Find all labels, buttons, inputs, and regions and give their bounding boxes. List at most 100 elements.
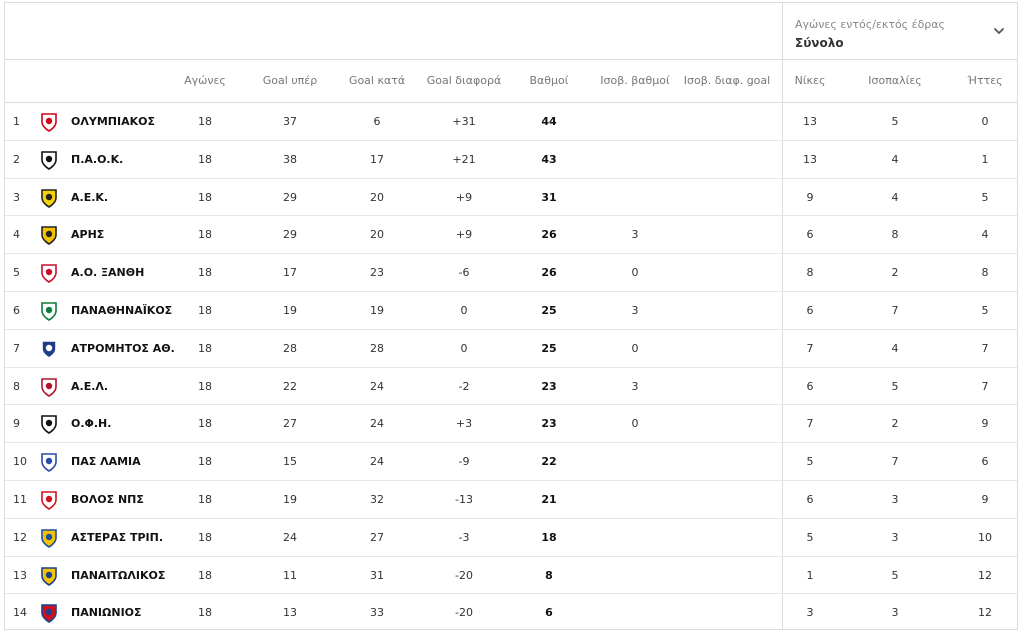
cell-losses: 12 xyxy=(978,568,992,582)
cell-position: 7 xyxy=(13,341,20,355)
col-header-draws[interactable]: Ισοπαλίες xyxy=(853,60,937,102)
cell-position: 10 xyxy=(13,455,27,469)
cell-team-name[interactable]: Α.Ε.Λ. xyxy=(71,368,181,405)
cell-goal-diff: +9 xyxy=(455,190,473,204)
table-row[interactable]: 12 ΑΣΤΕΡΑΣ ΤΡΙΠ. 18 24 27 -3 18 5 3 10 xyxy=(5,519,1017,557)
table-row[interactable]: 11 ΒΟΛΟΣ ΝΠΣ 18 19 32 -13 21 6 3 9 xyxy=(5,481,1017,519)
cell-team-name[interactable]: ΑΣΤΕΡΑΣ ΤΡΙΠ. xyxy=(71,519,181,556)
table-row[interactable]: 7 ΑΤΡΟΜΗΤΟΣ ΑΘ. 18 28 28 0 25 0 7 4 7 xyxy=(5,330,1017,368)
table-row[interactable]: 5 Α.Ο. ΞΑΝΘΗ 18 17 23 -6 26 0 8 2 8 xyxy=(5,254,1017,292)
cell-team-name[interactable]: Α.Ε.Κ. xyxy=(71,179,181,216)
team-crest-icon xyxy=(39,414,59,435)
table-row[interactable]: 3 Α.Ε.Κ. 18 29 20 +9 31 9 4 5 xyxy=(5,179,1017,217)
cell-tie-points: 3 xyxy=(631,228,639,242)
cell-team-name[interactable]: ΟΛΥΜΠΙΑΚΟΣ xyxy=(71,103,181,140)
table-row[interactable]: 10 ΠΑΣ ΛΑΜΙΑ 18 15 24 -9 22 5 7 6 xyxy=(5,443,1017,481)
cell-draws: 4 xyxy=(891,190,899,204)
cell-losses: 7 xyxy=(981,341,989,355)
team-crest-icon xyxy=(39,603,59,624)
cell-wins: 5 xyxy=(806,455,814,469)
cell-draws: 2 xyxy=(891,417,899,431)
cell-position: 8 xyxy=(13,379,20,393)
team-crest-icon xyxy=(39,225,59,246)
table-row[interactable]: 1 ΟΛΥΜΠΙΑΚΟΣ 18 37 6 +31 44 13 5 0 xyxy=(5,103,1017,141)
table-row[interactable]: 9 Ο.Φ.Η. 18 27 24 +3 23 0 7 2 9 xyxy=(5,405,1017,444)
cell-team-name[interactable]: Ο.Φ.Η. xyxy=(71,405,181,442)
cell-points: 23 xyxy=(541,379,557,393)
cell-position: 13 xyxy=(13,568,27,582)
cell-draws: 5 xyxy=(891,379,899,393)
table-row[interactable]: 6 ΠΑΝΑΘΗΝΑΪΚΟΣ 18 19 19 0 25 3 6 7 5 xyxy=(5,292,1017,330)
table-row[interactable]: 2 Π.Α.Ο.Κ. 18 38 17 +21 43 13 4 1 xyxy=(5,141,1017,179)
cell-points: 26 xyxy=(541,266,557,280)
cell-played: 18 xyxy=(198,228,212,242)
cell-team-name[interactable]: Α.Ο. ΞΑΝΘΗ xyxy=(71,254,181,291)
cell-draws: 8 xyxy=(891,228,899,242)
cell-goal-diff: -20 xyxy=(455,568,473,582)
cell-played: 18 xyxy=(198,190,212,204)
cell-losses: 8 xyxy=(981,266,989,280)
cell-losses: 7 xyxy=(981,379,989,393)
cell-points: 44 xyxy=(541,115,557,128)
cell-points: 6 xyxy=(545,606,553,620)
cell-tie-points xyxy=(593,481,677,518)
col-header-points[interactable]: Βαθμοί xyxy=(517,60,581,102)
col-header-played[interactable]: Αγώνες xyxy=(175,60,235,102)
cell-goal-diff: -20 xyxy=(455,606,473,620)
col-header-goal-diff[interactable]: Goal διαφορά xyxy=(419,60,509,102)
table-row[interactable]: 8 Α.Ε.Λ. 18 22 24 -2 23 3 6 5 7 xyxy=(5,368,1017,406)
col-header-losses[interactable]: Ήττες xyxy=(955,60,1015,102)
team-crest-icon xyxy=(39,301,59,321)
cell-played: 18 xyxy=(198,303,212,317)
cell-losses: 4 xyxy=(981,228,989,242)
cell-played: 18 xyxy=(198,606,212,620)
cell-losses: 1 xyxy=(981,152,989,166)
cell-team-name[interactable]: ΠΑΣ ΛΑΜΙΑ xyxy=(71,443,181,480)
team-crest-icon xyxy=(39,150,59,170)
cell-position: 11 xyxy=(13,492,27,506)
cell-wins: 13 xyxy=(803,115,817,128)
cell-points: 18 xyxy=(541,530,557,544)
cell-goals-for: 19 xyxy=(283,492,297,506)
cell-goals-for: 22 xyxy=(283,379,297,393)
cell-team-name[interactable]: Π.Α.Ο.Κ. xyxy=(71,141,181,178)
col-header-wins[interactable]: Νίκες xyxy=(777,60,843,102)
cell-goals-for: 24 xyxy=(283,530,297,544)
cell-losses: 10 xyxy=(978,530,992,544)
cell-draws: 5 xyxy=(891,115,899,128)
col-header-goals-for[interactable]: Goal υπέρ xyxy=(251,60,329,102)
cell-points: 8 xyxy=(545,568,553,582)
team-crest-icon xyxy=(39,452,59,473)
cell-wins: 6 xyxy=(806,303,814,317)
home-away-filter-dropdown[interactable]: Αγώνες εντός/εκτός έδρας Σύνολο xyxy=(783,3,1019,59)
cell-wins: 3 xyxy=(806,606,814,620)
cell-losses: 5 xyxy=(981,303,989,317)
cell-team-name[interactable]: ΠΑΝΑΙΤΩΛΙΚΟΣ xyxy=(71,557,181,594)
cell-team-name[interactable]: ΠΑΝΑΘΗΝΑΪΚΟΣ xyxy=(71,292,181,329)
cell-points: 22 xyxy=(541,455,557,469)
col-header-tie-goal-diff[interactable]: Ισοβ. διαφ. goal xyxy=(679,60,775,102)
cell-tie-points xyxy=(593,103,677,140)
cell-position: 4 xyxy=(13,228,20,242)
cell-tie-goal-diff xyxy=(679,216,775,253)
cell-goal-diff: -3 xyxy=(458,530,470,544)
cell-team-name[interactable]: ΒΟΛΟΣ ΝΠΣ xyxy=(71,481,181,518)
cell-wins: 7 xyxy=(806,417,814,431)
table-row[interactable]: 14 ΠΑΝΙΩΝΙΟΣ 18 13 33 -20 6 3 3 12 xyxy=(5,594,1017,632)
col-header-tie-points[interactable]: Ισοβ. βαθμοί xyxy=(593,60,677,102)
cell-position: 5 xyxy=(13,266,20,280)
cell-tie-goal-diff xyxy=(679,557,775,594)
cell-goals-against: 24 xyxy=(370,455,384,469)
cell-goals-for: 13 xyxy=(283,606,297,620)
cell-wins: 7 xyxy=(806,341,814,355)
cell-team-name[interactable]: ΠΑΝΙΩΝΙΟΣ xyxy=(71,594,181,631)
cell-goals-for: 29 xyxy=(283,228,297,242)
table-row[interactable]: 13 ΠΑΝΑΙΤΩΛΙΚΟΣ 18 11 31 -20 8 1 5 12 xyxy=(5,557,1017,595)
cell-team-name[interactable]: ΑΤΡΟΜΗΤΟΣ ΑΘ. xyxy=(71,330,181,367)
col-header-goals-against[interactable]: Goal κατά xyxy=(338,60,416,102)
cell-goals-against: 32 xyxy=(370,492,384,506)
standings-table: Αγώνες εντός/εκτός έδρας Σύνολο Αγώνες G… xyxy=(4,2,1018,630)
cell-points: 21 xyxy=(541,492,557,506)
cell-team-name[interactable]: ΑΡΗΣ xyxy=(71,216,181,253)
table-row[interactable]: 4 ΑΡΗΣ 18 29 20 +9 26 3 6 8 4 xyxy=(5,216,1017,255)
